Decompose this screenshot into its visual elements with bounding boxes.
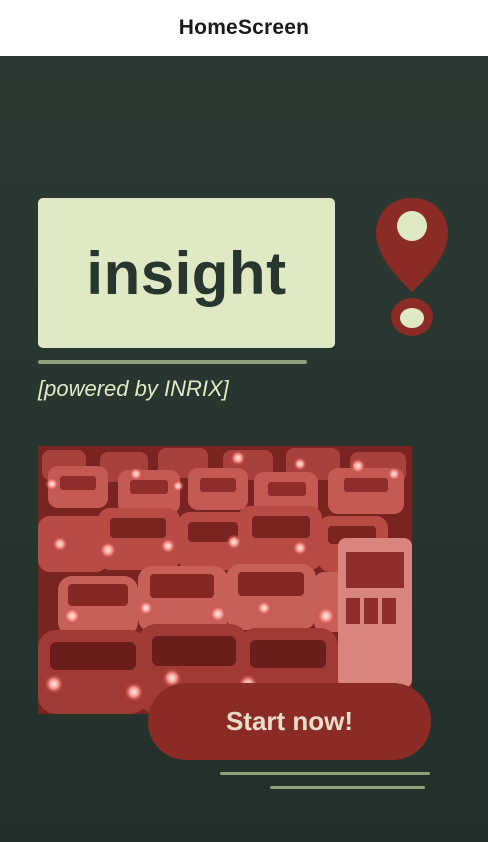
logo-box: insight	[38, 198, 335, 348]
decorative-line	[220, 772, 430, 775]
screen-title: HomeScreen	[178, 16, 310, 39]
traffic-photo-graphic	[38, 446, 412, 714]
start-now-label: Start now!	[225, 706, 354, 736]
app-logo-text: insight	[86, 239, 287, 307]
tagline: [powered by INRIX]	[38, 376, 229, 401]
start-now-button[interactable]: Start now!	[148, 683, 431, 760]
nav-bar: HomeScreen	[0, 0, 488, 57]
decorative-line	[270, 786, 425, 789]
traffic-photo	[38, 446, 412, 714]
map-pin-icon	[376, 198, 448, 336]
logo-underline	[38, 360, 307, 364]
